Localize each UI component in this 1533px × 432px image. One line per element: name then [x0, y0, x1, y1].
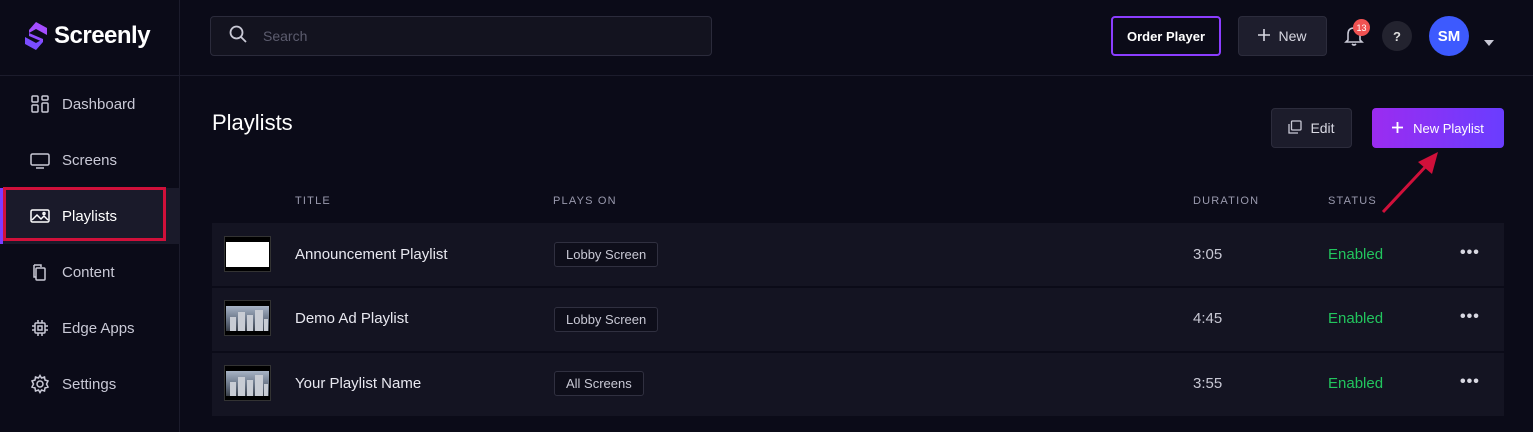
column-header-duration: DURATION	[1193, 195, 1260, 207]
plays-on-chip: Lobby Screen	[554, 242, 659, 267]
sidebar-item-label: Playlists	[62, 207, 118, 225]
search-bar[interactable]	[210, 16, 712, 56]
new-playlist-button[interactable]: New Playlist	[1372, 108, 1504, 148]
sidebar-item-playlists[interactable]: Playlists	[0, 188, 180, 244]
playlist-duration: 3:55	[1193, 375, 1223, 392]
header-divider	[180, 75, 1533, 76]
playlist-thumbnail	[224, 365, 271, 401]
column-header-title: TITLE	[295, 195, 331, 207]
annotation-arrow	[1378, 150, 1448, 221]
playlist-thumbnail	[224, 300, 271, 336]
search-input[interactable]	[263, 28, 683, 44]
help-button[interactable]: ?	[1382, 21, 1412, 51]
plays-on-chip: Lobby Screen	[554, 307, 659, 332]
more-options-icon[interactable]: •••	[1460, 308, 1480, 326]
more-options-icon[interactable]: •••	[1460, 373, 1480, 391]
copy-icon	[1288, 119, 1303, 137]
edit-button[interactable]: Edit	[1271, 108, 1352, 148]
page-title: Playlists	[212, 110, 293, 135]
screen-icon	[30, 150, 50, 170]
playlist-title[interactable]: Announcement Playlist	[295, 246, 448, 263]
sidebar-item-edge-apps[interactable]: Edge Apps	[0, 300, 180, 356]
table-row[interactable]: Your Playlist Name All Screens 3:55 Enab…	[212, 353, 1504, 417]
table-row[interactable]: Demo Ad Playlist Lobby Screen 4:45 Enabl…	[212, 288, 1504, 352]
active-indicator	[0, 188, 3, 244]
playlist-duration: 4:45	[1193, 310, 1223, 327]
table-row[interactable]: Announcement Playlist Lobby Screen 3:05 …	[212, 223, 1504, 287]
new-playlist-label: New Playlist	[1413, 120, 1484, 136]
dashboard-icon	[30, 94, 50, 114]
new-label: New	[1278, 28, 1307, 44]
status-badge: Enabled	[1328, 375, 1384, 392]
app-name: Screenly	[54, 22, 151, 49]
sidebar-item-screens[interactable]: Screens	[0, 132, 180, 188]
playlist-title[interactable]: Your Playlist Name	[295, 375, 421, 392]
sidebar-item-label: Screens	[62, 151, 118, 169]
avatar[interactable]: SM	[1429, 16, 1469, 56]
plus-icon	[1392, 121, 1404, 136]
column-header-status: STATUS	[1328, 195, 1377, 207]
status-badge: Enabled	[1328, 246, 1384, 263]
sidebar-item-dashboard[interactable]: Dashboard	[0, 76, 180, 132]
new-button[interactable]: New	[1238, 16, 1327, 56]
chip-icon	[30, 318, 50, 338]
edit-label: Edit	[1310, 120, 1335, 136]
sidebar: Screenly Dashboard Screens Playlists Con…	[0, 0, 180, 432]
sidebar-item-label: Dashboard	[62, 95, 136, 113]
sidebar-item-content[interactable]: Content	[0, 244, 180, 300]
order-player-label: Order Player	[1126, 28, 1206, 44]
sidebar-item-label: Content	[62, 263, 115, 281]
logo[interactable]: Screenly	[24, 20, 151, 52]
status-badge: Enabled	[1328, 310, 1384, 327]
playlist-title[interactable]: Demo Ad Playlist	[295, 310, 408, 327]
playlist-thumbnail	[224, 236, 271, 272]
image-icon	[30, 206, 50, 226]
chevron-down-icon[interactable]	[1484, 33, 1494, 51]
sidebar-item-label: Edge Apps	[62, 319, 135, 337]
playlist-duration: 3:05	[1193, 246, 1223, 263]
files-icon	[30, 262, 50, 282]
gear-icon	[30, 374, 50, 394]
screenly-logo-icon	[25, 22, 47, 50]
sidebar-item-settings[interactable]: Settings	[0, 356, 180, 412]
notification-badge: 13	[1353, 19, 1370, 36]
plays-on-chip: All Screens	[554, 371, 644, 396]
more-options-icon[interactable]: •••	[1460, 244, 1480, 262]
order-player-button[interactable]: Order Player	[1111, 16, 1221, 56]
sidebar-item-label: Settings	[62, 375, 117, 393]
plus-icon	[1258, 28, 1271, 44]
search-icon	[229, 25, 247, 48]
column-header-plays-on: PLAYS ON	[553, 195, 617, 207]
